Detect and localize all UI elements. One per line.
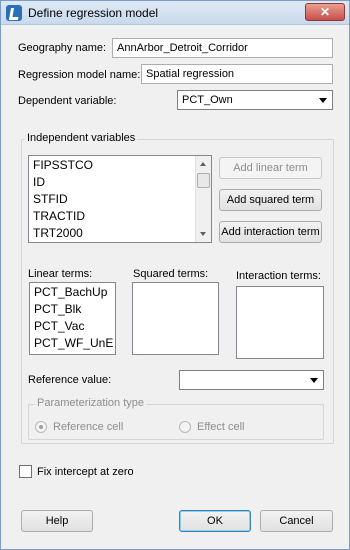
parameterization-type-label: Parameterization type <box>35 397 146 409</box>
list-item[interactable]: STFID <box>29 191 211 208</box>
linear-terms-list[interactable]: PCT_BachUp PCT_Blk PCT_Vac PCT_WF_UnE <box>29 282 116 355</box>
reference-cell-radio[interactable] <box>35 421 47 433</box>
geography-name-field[interactable]: AnnArbor_Detroit_Corridor <box>112 38 333 58</box>
scroll-up-icon[interactable] <box>196 157 211 171</box>
add-linear-term-button[interactable]: Add linear term <box>219 157 322 179</box>
add-interaction-term-button[interactable]: Add interaction term <box>219 221 322 243</box>
scroll-down-icon[interactable] <box>196 227 211 241</box>
chevron-down-icon <box>319 98 327 103</box>
reference-value-label: Reference value: <box>28 374 112 386</box>
squared-terms-label: Squared terms: <box>133 268 209 280</box>
dependent-variable-value: PCT_Own <box>182 94 233 106</box>
list-item[interactable]: FIPSSTCO <box>29 157 211 174</box>
list-item[interactable]: PCT_Blk <box>30 301 115 318</box>
independent-variables-list[interactable]: FIPSSTCO ID STFID TRACTID TRT2000 <box>28 155 212 243</box>
geography-label: Geography name: <box>18 42 107 54</box>
window-title: Define regression model <box>28 6 159 20</box>
list-item[interactable]: TRT2000 <box>29 225 211 242</box>
list-item[interactable]: ID <box>29 174 211 191</box>
dependent-variable-select[interactable]: PCT_Own <box>177 90 333 110</box>
help-button[interactable]: Help <box>21 510 93 532</box>
squared-terms-list[interactable] <box>132 282 219 355</box>
interaction-terms-list[interactable] <box>236 286 324 359</box>
dependent-variable-label: Dependent variable: <box>18 95 117 107</box>
list-scrollbar[interactable] <box>195 156 211 242</box>
model-name-field[interactable]: Spatial regression <box>141 64 333 84</box>
app-icon <box>6 5 22 21</box>
scroll-thumb[interactable] <box>197 173 210 188</box>
close-button[interactable]: ✕ <box>305 3 345 21</box>
add-squared-term-button[interactable]: Add squared term <box>219 189 322 211</box>
effect-cell-radio[interactable] <box>179 421 191 433</box>
ok-button[interactable]: OK <box>179 510 251 532</box>
fix-intercept-label: Fix intercept at zero <box>37 466 134 478</box>
title-bar: Define regression model ✕ <box>1 1 349 25</box>
reference-cell-label: Reference cell <box>53 421 124 433</box>
list-item[interactable]: PCT_Vac <box>30 318 115 335</box>
reference-value-select[interactable] <box>179 370 324 390</box>
model-name-label: Regression model name: <box>18 69 141 81</box>
dialog-window: Define regression model ✕ Geography name… <box>0 0 350 550</box>
chevron-down-icon <box>310 378 318 383</box>
linear-terms-label: Linear terms: <box>28 268 93 280</box>
list-item[interactable]: PCT_BachUp <box>30 284 115 301</box>
interaction-terms-label: Interaction terms: <box>236 270 321 282</box>
cancel-button[interactable]: Cancel <box>260 510 333 532</box>
effect-cell-label: Effect cell <box>197 421 245 433</box>
fix-intercept-checkbox[interactable] <box>19 465 32 478</box>
list-item[interactable]: PCT_WF_UnE <box>30 335 115 352</box>
list-item[interactable]: TRACTID <box>29 208 211 225</box>
independent-variables-label: Independent variables <box>25 132 138 144</box>
